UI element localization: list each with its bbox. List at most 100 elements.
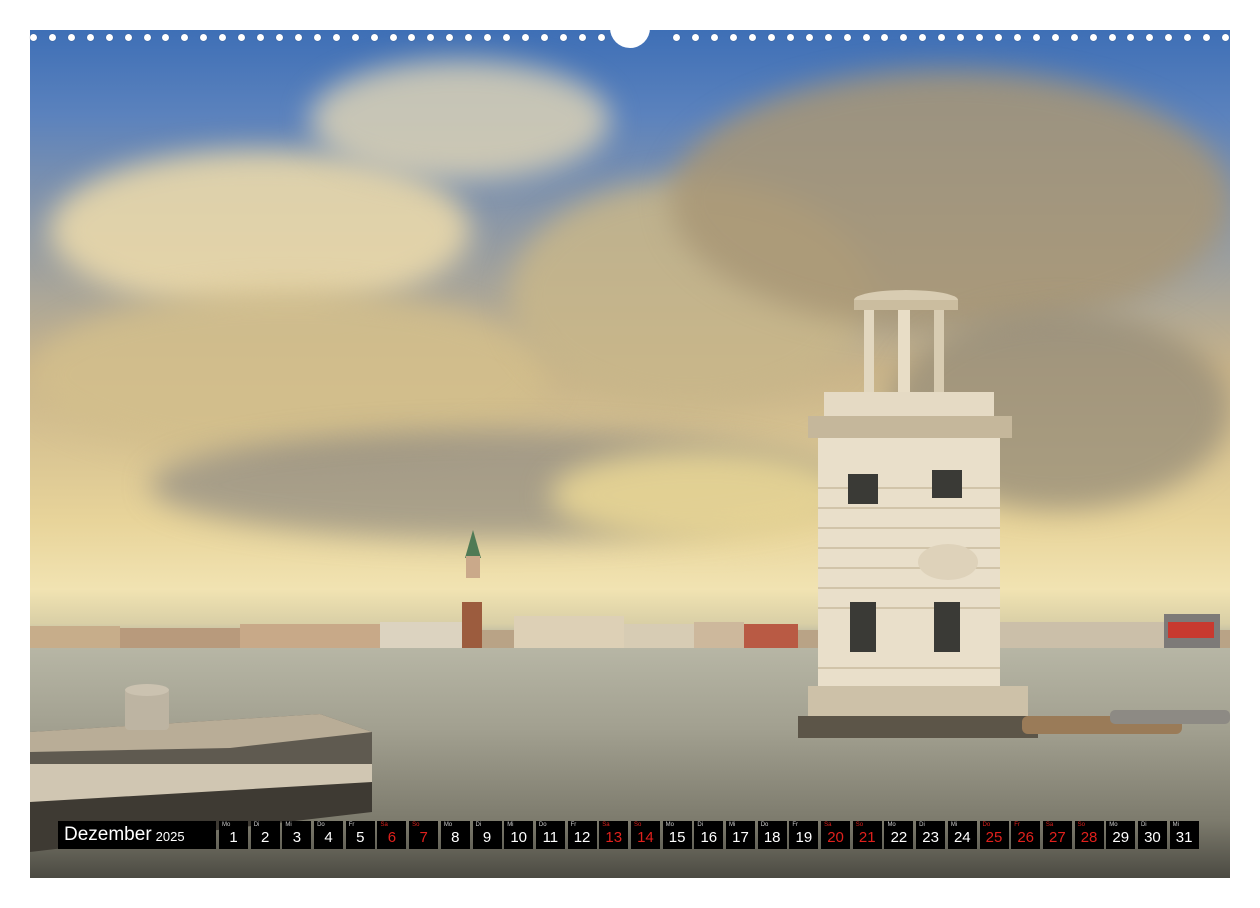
calendar-day-cell: So 21 [852,821,882,849]
calendar-day-cell: Fr 26 [1011,821,1041,849]
day-number: 6 [387,829,397,846]
day-number: 2 [261,829,270,846]
calendar-day-cell: Sa 27 [1042,821,1072,849]
weekday-label: Sa [824,822,832,828]
binding-hole [1127,33,1135,41]
day-number: 15 [668,829,686,846]
binding-hole [275,33,283,41]
binding-hole [257,33,265,41]
day-number: 23 [922,829,939,846]
binding-hole [881,33,889,41]
binding-hole [862,33,870,41]
weekday-label: So [633,822,642,828]
calendar-day-cell: Fr 5 [345,821,375,849]
day-number: 27 [1049,829,1066,846]
day-number: 11 [542,829,559,846]
day-number: 25 [985,829,1003,846]
binding-hole [332,33,340,41]
weekday-label: Mo [443,822,453,828]
binding-hole [597,33,605,41]
binding-hole [446,33,454,41]
binding-hole [843,33,851,41]
weekday-label: Mi [507,822,514,828]
venice-skyline [30,602,1230,650]
weekday-label: So [1077,822,1085,828]
calendar-day-cell: Do 18 [757,821,787,849]
binding-hole [578,33,586,41]
binding-hole [824,33,832,41]
weekday-label: Fr [792,822,799,828]
binding-hole [521,33,529,41]
calendar-strip: Dezember 2025 Mo 1 Di 2 Mi 3 Do 4 Fr 5 Sa 6 So 7 Mo 8 Di… [58,821,1201,849]
calendar-day-cell: Do 11 [535,821,565,849]
weekday-label: Mi [1172,822,1179,828]
day-number: 18 [763,829,781,846]
weekday-label: Di [697,822,703,828]
binding-hole [124,33,132,41]
binding-hole [200,33,208,41]
day-number: 13 [605,829,623,846]
weekday-label: Fr [570,822,577,828]
venice-lighthouse-photo [30,30,1230,878]
month-title: Dezember 2025 [58,821,216,849]
binding-hole [1032,33,1040,41]
binding-hole [749,33,757,41]
calendar-day-cell: Mi 10 [504,821,534,849]
binding-hole [294,33,302,41]
binding-hole [427,33,435,41]
binding-hole [484,33,492,41]
day-number: 3 [292,829,302,846]
calendar-day-cell: Di 2 [250,821,280,849]
day-number: 20 [827,829,844,846]
calendar-day-cell: Mo 1 [219,821,248,849]
calendar-day-cell: So 7 [409,821,439,849]
day-number: 10 [510,829,528,846]
calendar-day-cell: Mo 22 [884,821,914,849]
weekday-label: So [855,822,864,828]
day-number: 14 [637,829,654,846]
day-number: 5 [356,829,365,846]
day-number: 30 [1144,829,1161,846]
weekday-label: Mo [222,822,231,828]
day-number: 24 [953,829,971,846]
binding-hole [1203,33,1211,41]
binding-hole [1108,33,1116,41]
weekday-label: Sa [602,822,610,828]
binding-hole [673,33,681,41]
weekday-label: Di [1140,822,1147,828]
weekday-label: Mi [729,822,736,828]
weekday-label: Do [760,822,769,828]
binding-hole [957,33,965,41]
binding-hole [786,33,794,41]
calendar-day-cell: Sa 13 [599,821,629,849]
day-number: 22 [890,829,908,846]
weekday-label: Do [317,822,325,828]
binding-hole [805,33,813,41]
binding-hole [162,33,170,41]
binding-hole [1165,33,1173,41]
cloud [310,60,610,180]
day-number: 21 [858,829,876,846]
binding-hole [143,33,151,41]
binding-hole [389,33,397,41]
day-number: 29 [1112,829,1130,846]
binding-hole [995,33,1003,41]
binding-hole [1013,33,1021,41]
binding-hole [1146,33,1154,41]
binding-hole [86,33,94,41]
day-number: 26 [1017,829,1035,846]
binding-hole [48,33,56,41]
binding-hole [313,33,321,41]
binding-hole [465,33,473,41]
day-number: 19 [795,829,813,846]
campanile-spire [465,530,481,578]
day-number: 8 [451,829,460,846]
binding-hole [105,33,113,41]
day-number: 7 [419,829,428,846]
binding-hole [503,33,511,41]
binding-hole [181,33,189,41]
calendar-day-cell: Sa 20 [821,821,851,849]
binding-hole [351,33,359,41]
calendar-day-cell: Mo 8 [440,821,470,849]
weekday-label: Do [538,822,547,828]
